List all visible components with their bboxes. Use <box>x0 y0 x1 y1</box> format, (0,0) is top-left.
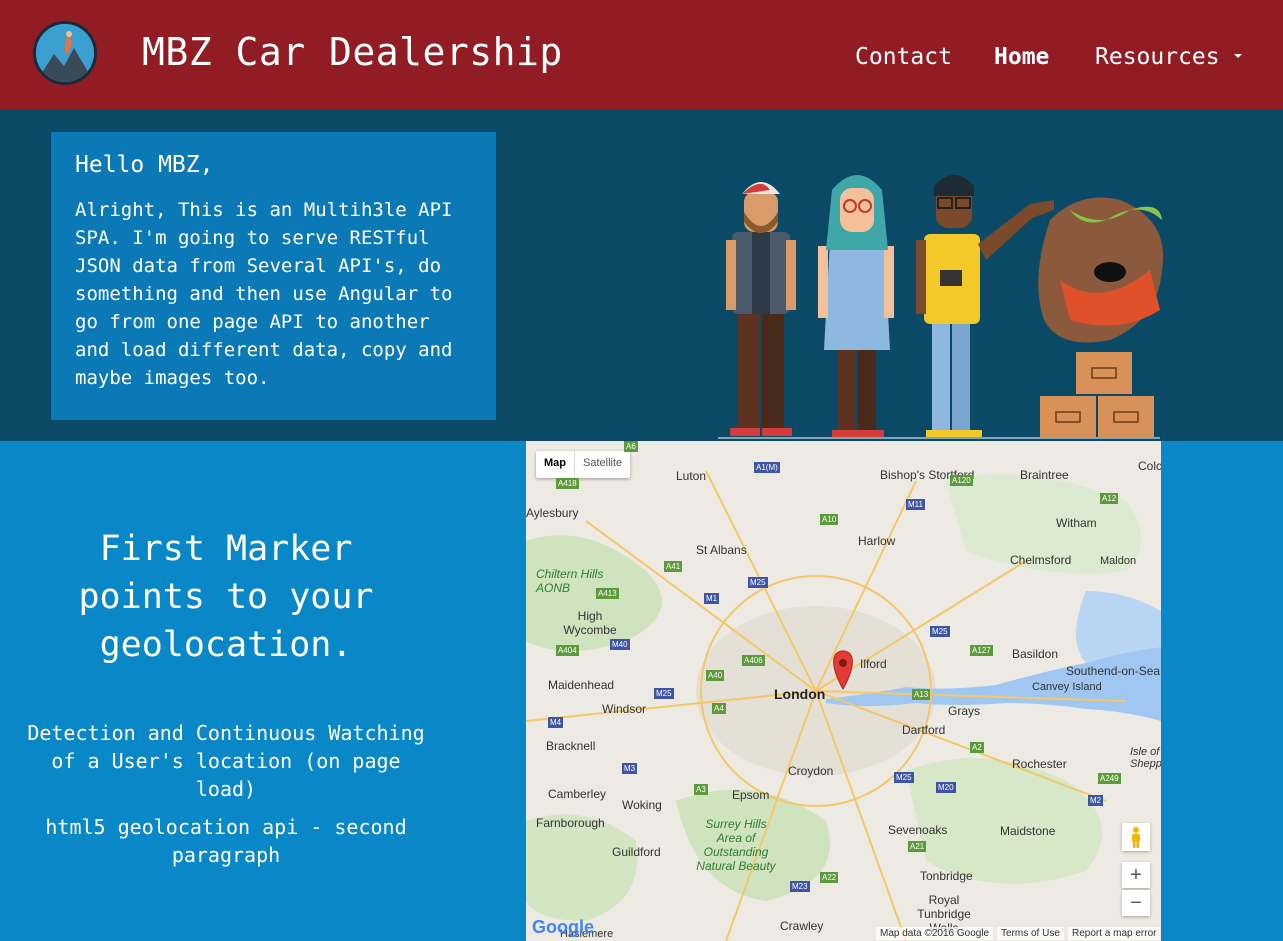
map-road-shield: A41 <box>664 561 683 572</box>
map-road-shield: A10 <box>820 514 839 525</box>
nav-resources-label: Resources <box>1095 44 1220 70</box>
geolocation-text: First Marker points to your geolocation.… <box>26 441 426 869</box>
map-label-place: Camberley <box>548 787 607 801</box>
map-attribution: Map data ©2016 Google <box>876 927 994 940</box>
map-label-place: Woking <box>622 798 662 812</box>
pegman-icon <box>1132 827 1140 848</box>
map-label-place: Tonbridge <box>920 869 973 883</box>
map-road-shield: M4 <box>548 717 564 728</box>
map-label-place: Maidstone <box>1000 824 1056 838</box>
zoom-out-button[interactable]: − <box>1122 890 1150 916</box>
map-label-place: Sevenoaks <box>888 823 948 837</box>
illustration-npm-boxes <box>1040 352 1154 438</box>
geolocation-paragraph-1: Detection and Continuous Watching of a U… <box>27 721 425 801</box>
map-label-place: Chelmsford <box>1010 553 1072 567</box>
map-terms-link[interactable]: Terms of Use <box>997 927 1064 940</box>
map-type-control: Map Satellite <box>536 451 631 478</box>
logo[interactable] <box>33 21 97 85</box>
map-label-place: Basildon <box>1012 647 1059 661</box>
map-road-shield: A127 <box>970 645 993 656</box>
map-road-shield: A249 <box>1098 773 1121 784</box>
map-label-place: Isle of Shepp <box>1130 746 1161 770</box>
map-road-shield: M25 <box>654 688 674 699</box>
nav-resources-dropdown[interactable]: Resources <box>1095 44 1242 70</box>
geolocation-section: First Marker points to your geolocation.… <box>0 441 1283 941</box>
google-logo[interactable]: Google <box>532 917 594 938</box>
map-road-shield: A12 <box>1100 493 1119 504</box>
map-type-map-button[interactable]: Map <box>536 451 575 478</box>
map-road-shield: A2 <box>970 742 984 753</box>
map-label-place: Witham <box>1056 516 1097 530</box>
caret-down-icon <box>1233 53 1242 58</box>
illustration-wombat-mascot <box>1038 197 1164 343</box>
intro-title: Hello MBZ, <box>75 152 214 178</box>
map-label-place: Crawley <box>780 919 824 933</box>
map-road-shield: A418 <box>556 478 579 489</box>
google-map[interactable]: Map Satellite Luton Bishop's Stortford B… <box>526 441 1161 941</box>
map-road-shield: M25 <box>930 626 950 637</box>
map-label-place: Dartford <box>902 723 946 737</box>
illustration-person-yellow-shirt <box>916 175 1054 437</box>
nav-contact[interactable]: Contact <box>855 44 952 70</box>
map-label-place: Luton <box>676 469 707 483</box>
intro-card: Hello MBZ, Alright, This is an Multih3le… <box>51 132 496 420</box>
map-label-place: Aylesbury <box>526 506 579 520</box>
map-label-place: Surrey Hills Area of Outstanding Natural… <box>696 817 776 873</box>
map-road-shield: A40 <box>706 670 725 681</box>
map-label-place: Maidenhead <box>548 678 615 692</box>
map-label-place: Ilford <box>860 657 887 671</box>
hero-section: Hello MBZ, Alright, This is an Multih3le… <box>0 110 1283 441</box>
map-road-shield: A1(M) <box>754 462 780 473</box>
map-road-shield: A22 <box>820 872 839 883</box>
map-road-shield: A3 <box>694 784 708 795</box>
map-label-place: Rochester <box>1012 757 1067 771</box>
map-label-place: Harlow <box>858 534 896 548</box>
illustration-person-cap <box>726 182 796 436</box>
map-road-shield: M1 <box>704 593 720 604</box>
map-road-shield: M23 <box>790 881 810 892</box>
map-label-london: London <box>774 686 826 702</box>
map-road-shield: A21 <box>908 841 927 852</box>
map-road-shield: M40 <box>610 639 630 650</box>
map-label-place: Croydon <box>788 764 834 778</box>
zoom-in-button[interactable]: + <box>1122 862 1150 888</box>
map-label-place: Braintree <box>1020 468 1069 482</box>
illustration-person-teal-hair <box>818 175 894 437</box>
developers-illustration <box>718 175 1164 439</box>
map-road-shield: M20 <box>936 782 956 793</box>
map-road-shield: M2 <box>1088 795 1104 806</box>
geolocation-heading: First Marker points to your geolocation. <box>78 529 374 665</box>
geolocation-paragraph-2: html5 geolocation api - second paragraph <box>45 815 407 867</box>
map-label-place: Farnborough <box>536 816 605 830</box>
map-label-place: Southend-on-Sea <box>1066 664 1161 678</box>
map-label-place: Colc <box>1138 459 1161 473</box>
map-label-place: Bracknell <box>546 739 596 753</box>
map-label-place: Canvey Island <box>1032 681 1102 693</box>
intro-text: Alright, This is an Multih3le API SPA. I… <box>75 199 453 389</box>
map-road-shield: A13 <box>912 689 931 700</box>
map-road-shield: A404 <box>556 645 579 656</box>
navbar: MBZ Car Dealership Contact Home Resource… <box>0 0 1283 110</box>
map-road-shield: A406 <box>742 655 765 666</box>
map-label-place: St Albans <box>696 543 747 557</box>
map-label-place: Epsom <box>732 788 770 802</box>
map-label-place: Grays <box>948 704 981 718</box>
map-report-error-link[interactable]: Report a map error <box>1068 927 1161 940</box>
map-label-place: Windsor <box>602 702 647 716</box>
street-view-pegman-button[interactable] <box>1122 823 1150 851</box>
map-road-shield: M25 <box>748 577 768 588</box>
map-road-shield: M3 <box>622 763 638 774</box>
map-road-shield: A6 <box>624 441 638 452</box>
map-label-place: Guildford <box>612 845 661 859</box>
map-road-shield: A120 <box>950 475 973 486</box>
map-road-shield: A4 <box>712 703 726 714</box>
map-type-satellite-button[interactable]: Satellite <box>575 451 630 478</box>
map-road-shield: M25 <box>894 772 914 783</box>
brand-title[interactable]: MBZ Car Dealership <box>142 30 563 74</box>
map-road-shield: A413 <box>596 588 619 599</box>
nav-home[interactable]: Home <box>994 44 1049 70</box>
map-road-shield: M11 <box>906 499 925 510</box>
map-label-place: High Wycombe <box>563 609 617 637</box>
map-label-place: Maldon <box>1100 555 1137 567</box>
